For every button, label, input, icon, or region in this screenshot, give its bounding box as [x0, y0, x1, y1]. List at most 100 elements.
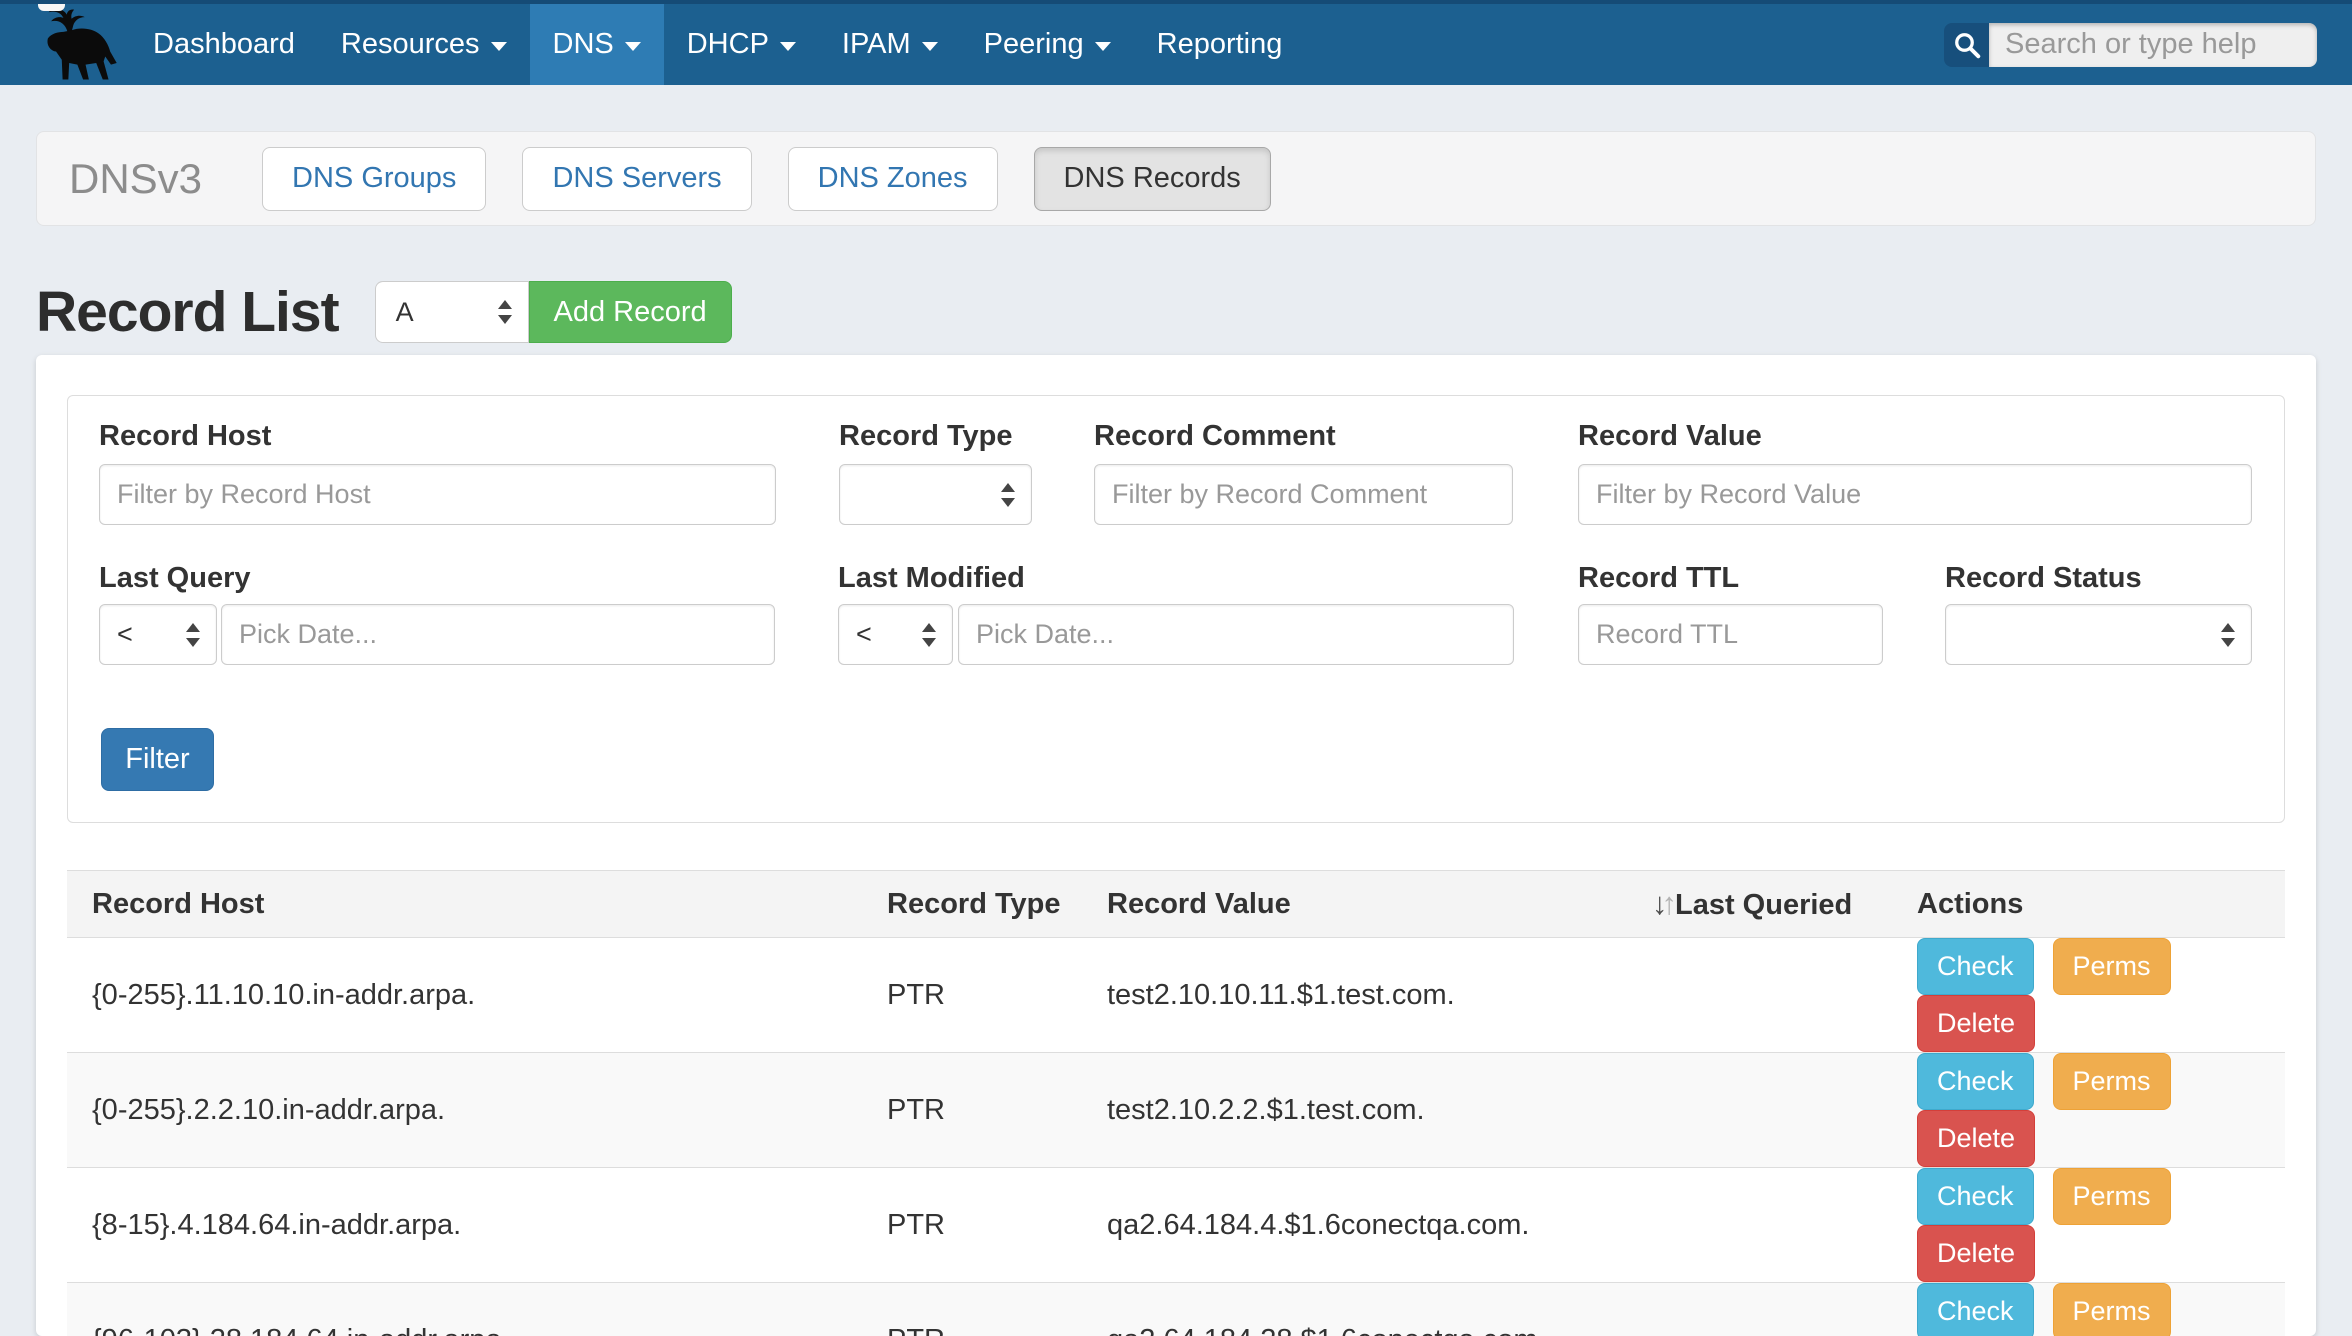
select-spinner-icon [2221, 623, 2235, 647]
header-last-queried-label: Last Queried [1675, 889, 1852, 921]
tab-dns-groups[interactable]: DNS Groups [262, 147, 486, 211]
header-record-value: Record Value [1107, 871, 1652, 938]
top-edge-artifact [38, 4, 65, 11]
delete-button[interactable]: Delete [1917, 1225, 2035, 1282]
chevron-down-icon [780, 42, 796, 51]
table-row: {0-255}.2.2.10.in-addr.arpa.PTRtest2.10.… [67, 1053, 2285, 1168]
tab-dns-servers[interactable]: DNS Servers [522, 147, 751, 211]
check-button[interactable]: Check [1917, 1168, 2034, 1225]
record-host-label: Record Host [99, 420, 271, 453]
header-record-type: Record Type [887, 871, 1107, 938]
table-header-row: Record Host Record Type Record Value ↓↑L… [67, 871, 2285, 938]
header-record-type-label: Record Type [887, 888, 1061, 920]
search-icon[interactable] [1944, 23, 1989, 67]
actions-cell: Check Perms Delete [1917, 938, 2285, 1053]
record-type-filter-select[interactable] [839, 464, 1032, 525]
nav-dashboard[interactable]: Dashboard [130, 4, 318, 85]
nav-resources[interactable]: Resources [318, 4, 530, 85]
search-input[interactable] [1989, 23, 2317, 67]
record-comment-filter-input[interactable] [1094, 464, 1513, 525]
header-last-queried[interactable]: ↓↑Last Queried [1652, 871, 1917, 938]
last-query-operator-value: < [117, 619, 133, 650]
record-type-cell: PTR [887, 1168, 1107, 1283]
record-status-label: Record Status [1945, 562, 2142, 595]
last-queried-cell [1652, 938, 1917, 1053]
record-host-cell: {8-15}.4.184.64.in-addr.arpa. [67, 1168, 887, 1283]
header-actions: Actions [1917, 871, 2285, 938]
moose-logo-icon [38, 7, 120, 83]
record-type-add-value: A [396, 297, 414, 328]
record-ttl-label: Record TTL [1578, 562, 1739, 595]
record-value-cell: test2.10.2.2.$1.test.com. [1107, 1053, 1652, 1168]
nav-dhcp[interactable]: DHCP [664, 4, 819, 85]
actions-cell: Check Perms Delete [1917, 1168, 2285, 1283]
delete-button[interactable]: Delete [1917, 1110, 2035, 1167]
sort-arrows-icon[interactable]: ↓↑ [1652, 886, 1671, 921]
tab-dns-zones[interactable]: DNS Zones [788, 147, 998, 211]
nav-peering-label: Peering [984, 28, 1084, 61]
record-value-cell: qa2.64.184.4.$1.6conectqa.com. [1107, 1168, 1652, 1283]
chevron-down-icon [922, 42, 938, 51]
top-navbar: Dashboard Resources DNS DHCP IPAM Peerin… [0, 0, 2352, 85]
table-row: {96-103}.28.184.64.in-addr.arpa.PTRqa2.6… [67, 1283, 2285, 1336]
last-modified-date-input[interactable] [958, 604, 1514, 665]
check-button[interactable]: Check [1917, 1283, 2034, 1336]
last-queried-cell [1652, 1053, 1917, 1168]
record-value-filter-input[interactable] [1578, 464, 2252, 525]
record-value-cell: qa2.64.184.28.$1.6conectqa.com. [1107, 1283, 1652, 1336]
perms-button[interactable]: Perms [2053, 1283, 2171, 1336]
nav-ipam-label: IPAM [842, 28, 911, 61]
select-spinner-icon [1001, 483, 1015, 507]
add-record-button[interactable]: Add Record [529, 281, 732, 343]
filter-button[interactable]: Filter [101, 728, 214, 791]
record-list-card: Record Host Record Type Record Comment R… [36, 355, 2316, 1336]
check-button[interactable]: Check [1917, 938, 2034, 995]
record-type-cell: PTR [887, 1053, 1107, 1168]
record-value-cell: test2.10.10.11.$1.test.com. [1107, 938, 1652, 1053]
header-record-value-label: Record Value [1107, 888, 1291, 920]
perms-button[interactable]: Perms [2053, 1053, 2171, 1110]
dnsv3-panel: DNSv3 DNS Groups DNS Servers DNS Zones D… [36, 131, 2316, 226]
select-spinner-icon [922, 623, 936, 647]
record-host-cell: {0-255}.11.10.10.in-addr.arpa. [67, 938, 887, 1053]
delete-button[interactable]: Delete [1917, 995, 2035, 1052]
nav-peering[interactable]: Peering [961, 4, 1134, 85]
last-queried-cell [1652, 1168, 1917, 1283]
nav-dashboard-label: Dashboard [153, 28, 295, 61]
nav-dns[interactable]: DNS [530, 4, 664, 85]
perms-button[interactable]: Perms [2053, 938, 2171, 995]
chevron-down-icon [1095, 42, 1111, 51]
record-value-label: Record Value [1578, 420, 1762, 453]
chevron-down-icon [625, 42, 641, 51]
last-modified-operator-value: < [856, 619, 872, 650]
record-host-cell: {96-103}.28.184.64.in-addr.arpa. [67, 1283, 887, 1336]
last-query-date-input[interactable] [221, 604, 775, 665]
nav-reporting[interactable]: Reporting [1134, 4, 1306, 85]
perms-button[interactable]: Perms [2053, 1168, 2171, 1225]
app-logo[interactable] [38, 4, 120, 85]
nav-reporting-label: Reporting [1157, 28, 1283, 61]
record-status-select[interactable] [1945, 604, 2252, 665]
last-query-operator-select[interactable]: < [99, 604, 217, 665]
filter-panel: Record Host Record Type Record Comment R… [67, 395, 2285, 823]
record-ttl-input[interactable] [1578, 604, 1883, 665]
table-row: {8-15}.4.184.64.in-addr.arpa.PTRqa2.64.1… [67, 1168, 2285, 1283]
add-record-group: A Add Record [375, 281, 732, 343]
check-button[interactable]: Check [1917, 1053, 2034, 1110]
record-type-add-select[interactable]: A [375, 281, 529, 343]
header-actions-label: Actions [1917, 888, 2023, 920]
records-table: Record Host Record Type Record Value ↓↑L… [67, 870, 2285, 1336]
global-search [1944, 23, 2317, 67]
select-spinner-icon [186, 623, 200, 647]
tab-dns-records[interactable]: DNS Records [1034, 147, 1271, 211]
last-modified-operator-select[interactable]: < [838, 604, 953, 665]
table-row: {0-255}.11.10.10.in-addr.arpa.PTRtest2.1… [67, 938, 2285, 1053]
record-type-cell: PTR [887, 1283, 1107, 1336]
nav-resources-label: Resources [341, 28, 480, 61]
record-host-filter-input[interactable] [99, 464, 776, 525]
actions-cell: Check Perms Delete [1917, 1053, 2285, 1168]
dnsv3-title: DNSv3 [69, 155, 202, 203]
nav-ipam[interactable]: IPAM [819, 4, 961, 85]
actions-cell: CheckPermsDelete [1917, 1283, 2285, 1336]
record-type-cell: PTR [887, 938, 1107, 1053]
